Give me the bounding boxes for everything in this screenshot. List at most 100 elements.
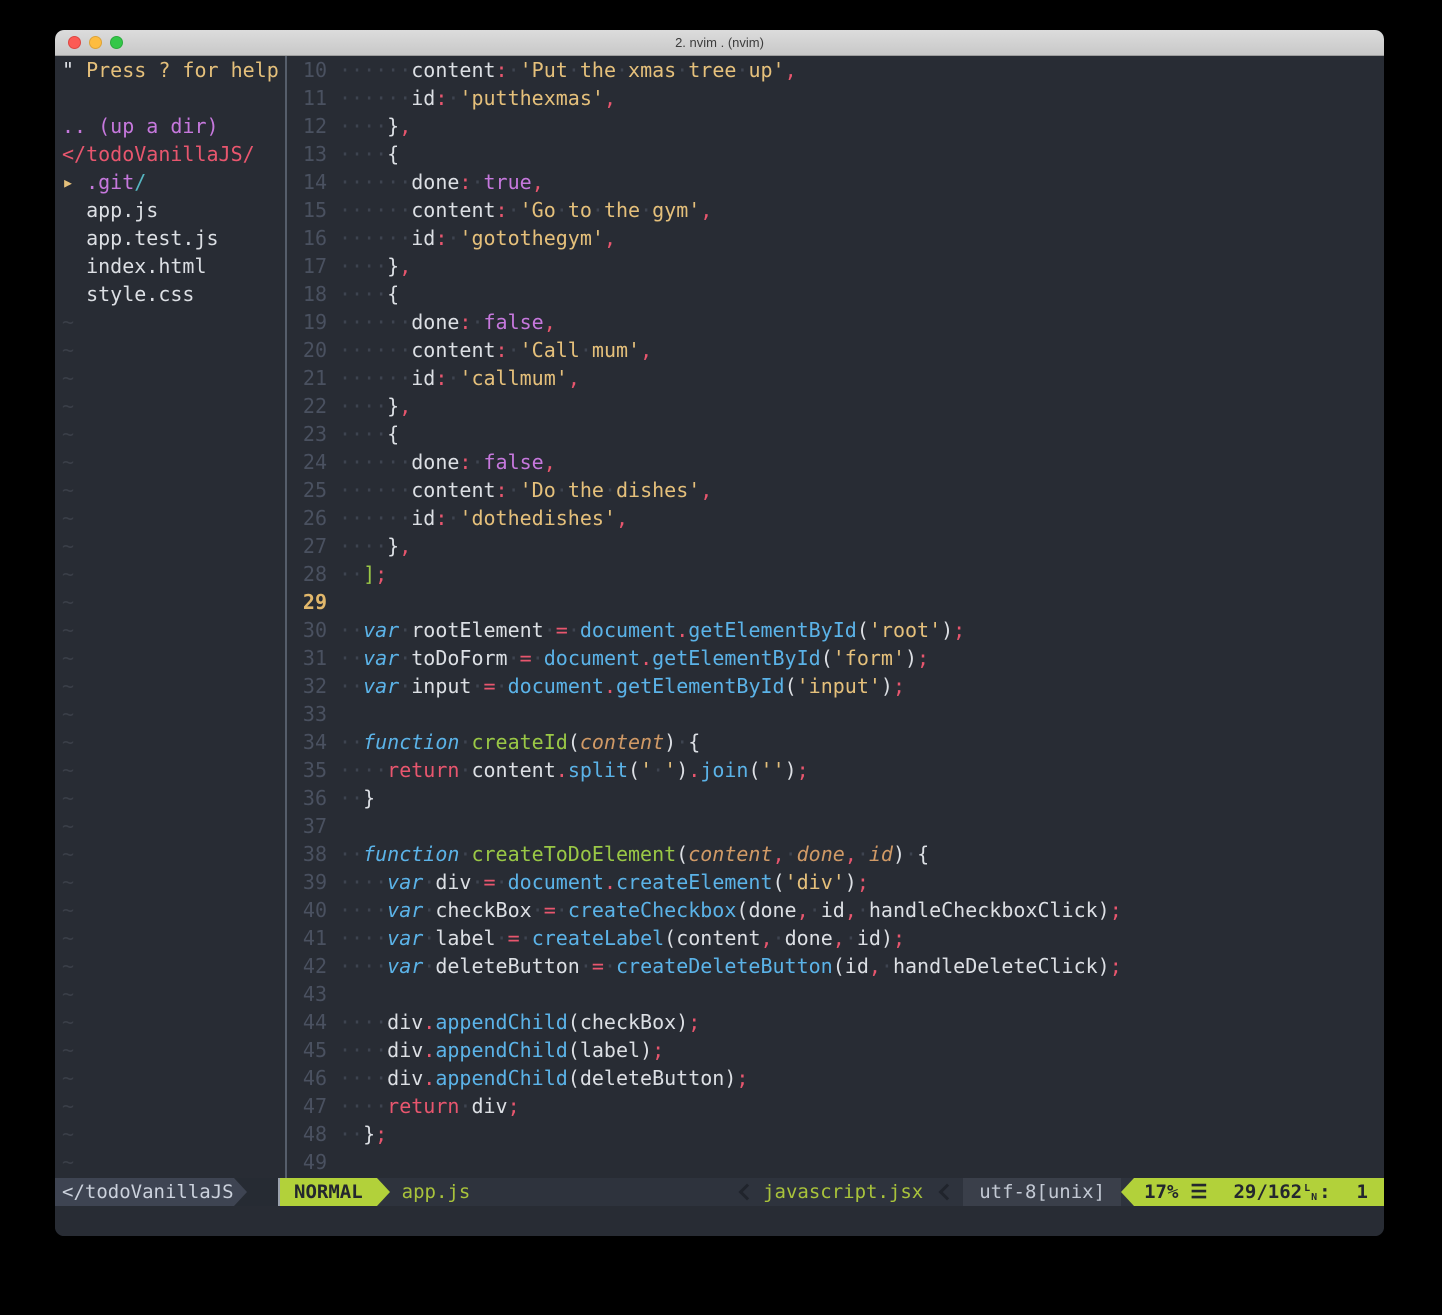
code-line-49[interactable]: 49	[287, 1148, 1384, 1176]
line-number: 10	[295, 56, 327, 84]
code-line-34[interactable]: 34··function·createId(content)·{	[287, 728, 1384, 756]
tree-blank-line	[62, 84, 285, 112]
code-line-28[interactable]: 28··];	[287, 560, 1384, 588]
line-number: 36	[295, 784, 327, 812]
code-line-18[interactable]: 18····{	[287, 280, 1384, 308]
code-text: ····return·content.split('·').join('');	[339, 756, 809, 784]
line-number: 49	[295, 1148, 327, 1176]
code-line-46[interactable]: 46 ····div.appendChild(deleteButton);	[287, 1064, 1384, 1092]
line-number: 38	[295, 840, 327, 868]
line-number: 43	[295, 980, 327, 1008]
nerdtree-file-tree: " Press ? for help.. (up a dir)</todoVan…	[55, 56, 285, 1178]
tree-file-app-test-js[interactable]: app.test.js	[62, 224, 285, 252]
code-line-47[interactable]: 47····return·div;	[287, 1092, 1384, 1120]
scroll-percent: 17%	[1144, 1178, 1178, 1206]
line-number: 34	[295, 728, 327, 756]
code-line-13[interactable]: 13····{	[287, 140, 1384, 168]
code-text: ····div.appendChild(deleteButton);	[339, 1064, 748, 1092]
code-line-24[interactable]: 24······done:·false,	[287, 448, 1384, 476]
code-line-10[interactable]: 10······content:·'Put·the·xmas·tree·up',	[287, 56, 1384, 84]
code-line-16[interactable]: 16······id:·'gotothegym',	[287, 224, 1384, 252]
code-text: ····},	[339, 392, 411, 420]
statusline-spacer	[470, 1178, 731, 1206]
code-line-35[interactable]: 35 ····return·content.split('·').join('')…	[287, 756, 1384, 784]
command-line[interactable]	[55, 1206, 1384, 1236]
empty-line-tilde: ~	[62, 952, 285, 980]
code-line-22[interactable]: 22 ····},	[287, 392, 1384, 420]
empty-line-tilde: ~	[62, 980, 285, 1008]
code-text: ······id:·'putthexmas',	[339, 84, 616, 112]
line-number: 22	[295, 392, 327, 420]
line-number: 14	[295, 168, 327, 196]
line-number: 41	[295, 924, 327, 952]
code-line-36[interactable]: 36··}	[287, 784, 1384, 812]
line-number: 31	[295, 644, 327, 672]
code-line-23[interactable]: 23····{	[287, 420, 1384, 448]
code-line-48[interactable]: 48··};	[287, 1120, 1384, 1148]
tree-file-style-css[interactable]: style.css	[62, 280, 285, 308]
powerline-arrow-icon	[1121, 1178, 1134, 1206]
line-number-icon: L N	[1304, 1184, 1317, 1204]
empty-line-tilde: ~	[62, 1036, 285, 1064]
empty-line-tilde: ~	[62, 420, 285, 448]
line-number: 13	[295, 140, 327, 168]
code-line-43[interactable]: 43	[287, 980, 1384, 1008]
line-number: 17	[295, 252, 327, 280]
empty-line-tilde: ~	[62, 924, 285, 952]
code-line-25[interactable]: 25······content:·'Do·the·dishes',	[287, 476, 1384, 504]
code-line-20[interactable]: 20······content:·'Call·mum',	[287, 336, 1384, 364]
code-text: ····div.appendChild(label);	[339, 1036, 664, 1064]
code-line-17[interactable]: 17 ····},	[287, 252, 1384, 280]
minimize-button[interactable]	[89, 36, 102, 49]
code-line-27[interactable]: 27····},	[287, 532, 1384, 560]
line-number: 30	[295, 616, 327, 644]
line-number: 45	[295, 1036, 327, 1064]
line-number: 44	[295, 1008, 327, 1036]
powerline-arrow-icon	[377, 1178, 390, 1206]
code-line-39[interactable]: 39····var·div·=·document.createElement('…	[287, 868, 1384, 896]
code-line-30[interactable]: 30··var·rootElement·=·document.getElemen…	[287, 616, 1384, 644]
line-number: 28	[295, 560, 327, 588]
code-line-26[interactable]: 26······id:·'dothedishes',	[287, 504, 1384, 532]
line-number: 16	[295, 224, 327, 252]
code-line-42[interactable]: 42····var·deleteButton·=·createDeleteBut…	[287, 952, 1384, 980]
code-line-37[interactable]: 37	[287, 812, 1384, 840]
code-text: ······content:·'Do·the·dishes',	[339, 476, 712, 504]
code-line-19[interactable]: 19······done:·false,	[287, 308, 1384, 336]
code-text: ····var·div·=·document.createElement('di…	[339, 868, 869, 896]
code-line-11[interactable]: 11······id:·'putthexmas',	[287, 84, 1384, 112]
tree-up-dir[interactable]: .. (up a dir)	[62, 112, 285, 140]
code-text: ····},	[339, 252, 411, 280]
code-line-45[interactable]: 45 ····div.appendChild(label);	[287, 1036, 1384, 1064]
tree-file-app-js[interactable]: app.js	[62, 196, 285, 224]
line-number: 46	[295, 1064, 327, 1092]
line-number: 35	[295, 756, 327, 784]
code-line-29[interactable]: 29	[287, 588, 1384, 616]
tree-file-index-html[interactable]: index.html	[62, 252, 285, 280]
empty-line-tilde: ~	[62, 644, 285, 672]
editor-buffer[interactable]: 10······content:·'Put·the·xmas·tree·up',…	[287, 56, 1384, 1178]
zoom-button[interactable]	[110, 36, 123, 49]
code-line-12[interactable]: 12····},	[287, 112, 1384, 140]
code-line-31[interactable]: 31··var·toDoForm·=·document.getElementBy…	[287, 644, 1384, 672]
titlebar[interactable]: 2. nvim . (nvim)	[55, 30, 1384, 56]
code-line-41[interactable]: 41····var·label·=·createLabel(content,·d…	[287, 924, 1384, 952]
code-line-40[interactable]: 40····var·checkBox·=·createCheckbox(done…	[287, 896, 1384, 924]
code-text: ····{	[339, 420, 399, 448]
code-line-32[interactable]: 32··var·input·=·document.getElementById(…	[287, 672, 1384, 700]
code-line-44[interactable]: 44····div.appendChild(checkBox);	[287, 1008, 1384, 1036]
line-number: 20	[295, 336, 327, 364]
line-number: 24	[295, 448, 327, 476]
code-line-33[interactable]: 33	[287, 700, 1384, 728]
code-line-14[interactable]: 14······done:·true,	[287, 168, 1384, 196]
close-button[interactable]	[68, 36, 81, 49]
tree-root[interactable]: </todoVanillaJS/	[62, 140, 285, 168]
code-line-15[interactable]: 15······content:·'Go·to·the·gym',	[287, 196, 1384, 224]
tree-dir-git[interactable]: ▸ .git/	[62, 168, 285, 196]
empty-line-tilde: ~	[62, 448, 285, 476]
cursor-line-position: 29/162	[1233, 1178, 1302, 1206]
code-line-21[interactable]: 21······id:·'callmum',	[287, 364, 1384, 392]
code-line-38[interactable]: 38··function·createToDoElement(content,·…	[287, 840, 1384, 868]
empty-line-tilde: ~	[62, 308, 285, 336]
empty-line-tilde: ~	[62, 812, 285, 840]
